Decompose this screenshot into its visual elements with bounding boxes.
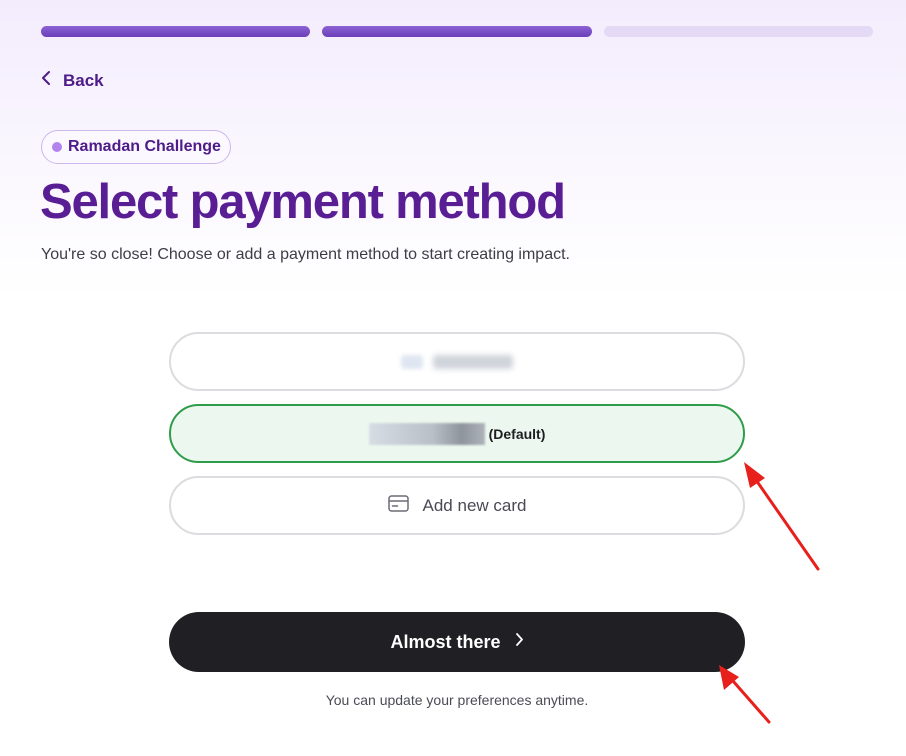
campaign-badge: Ramadan Challenge xyxy=(41,130,231,164)
progress-step-1 xyxy=(41,26,310,37)
chevron-left-icon xyxy=(41,70,51,91)
redacted-card-brand xyxy=(401,354,423,369)
credit-card-icon xyxy=(387,494,409,517)
redacted-card-details xyxy=(401,354,513,369)
annotation-arrow-default-card xyxy=(744,462,820,571)
redacted-card-details xyxy=(368,422,485,445)
footer-note: You can update your preferences anytime. xyxy=(325,692,589,708)
progress-step-2 xyxy=(322,26,592,37)
back-button[interactable]: Back xyxy=(41,70,104,91)
page-title: Select payment method xyxy=(40,175,566,229)
payment-option-1[interactable] xyxy=(169,332,745,391)
back-label: Back xyxy=(63,70,104,90)
almost-there-label: Almost there xyxy=(390,631,501,652)
campaign-dot-icon xyxy=(52,142,62,152)
progress-bar xyxy=(41,26,873,38)
chevron-right-icon xyxy=(515,632,524,652)
progress-step-3 xyxy=(604,26,873,37)
almost-there-button[interactable]: Almost there xyxy=(169,612,745,672)
add-new-card-button[interactable]: Add new card xyxy=(169,476,745,535)
payment-option-default[interactable]: (Default) xyxy=(169,404,745,463)
campaign-label: Ramadan Challenge xyxy=(68,138,221,155)
redacted-card-number xyxy=(433,354,513,369)
page-subtitle: You're so close! Choose or add a payment… xyxy=(41,246,570,263)
add-new-card-label: Add new card xyxy=(422,495,527,515)
default-label: (Default) xyxy=(488,425,546,442)
